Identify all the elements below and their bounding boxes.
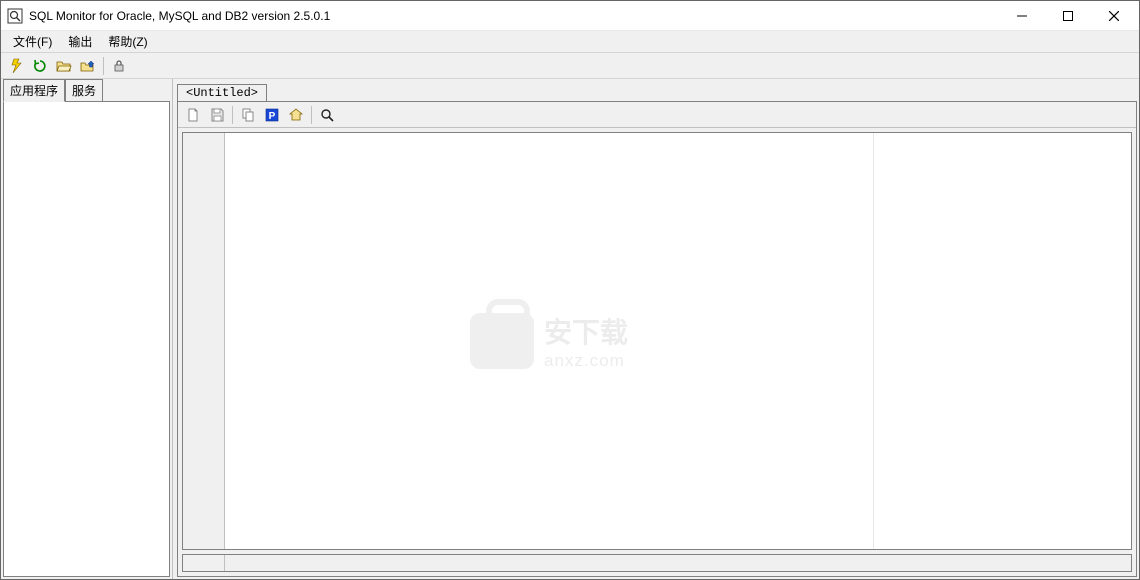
line-gutter	[183, 133, 225, 549]
toolbar-separator	[103, 57, 104, 75]
editor-wrap: 安下载 anxz.com	[178, 128, 1136, 576]
bottom-strip-gutter	[183, 555, 225, 571]
zoom-icon	[319, 107, 335, 123]
zoom-button[interactable]	[316, 104, 338, 126]
execute-icon	[8, 58, 24, 74]
app-window: SQL Monitor for Oracle, MySQL and DB2 ve…	[0, 0, 1140, 580]
editor-right-pane	[873, 133, 1131, 549]
watermark-text-en: anxz.com	[544, 351, 628, 371]
refresh-button[interactable]	[29, 55, 51, 77]
titlebar: SQL Monitor for Oracle, MySQL and DB2 ve…	[1, 1, 1139, 31]
new-file-icon	[185, 107, 201, 123]
main-toolbar	[1, 53, 1139, 79]
main-area: 应用程序 服务 <Untitled>	[1, 79, 1139, 579]
tab-applications[interactable]: 应用程序	[3, 79, 65, 102]
open-icon	[56, 58, 72, 74]
svg-text:P: P	[269, 111, 276, 122]
menu-output[interactable]: 输出	[60, 31, 100, 52]
park-icon: P	[264, 107, 280, 123]
window-controls	[999, 1, 1137, 30]
minimize-button[interactable]	[999, 1, 1045, 30]
watermark-text-cn: 安下载	[544, 311, 628, 351]
right-panel: <Untitled> P	[173, 79, 1139, 579]
left-tree-view[interactable]	[3, 101, 170, 577]
home-button[interactable]	[285, 104, 307, 126]
sql-editor[interactable]: 安下载 anxz.com	[225, 133, 873, 549]
execute-button[interactable]	[5, 55, 27, 77]
left-panel-tabs: 应用程序 服务	[1, 79, 172, 101]
park-button[interactable]: P	[261, 104, 283, 126]
menu-help[interactable]: 帮助(Z)	[100, 31, 155, 52]
folder-up-button[interactable]	[77, 55, 99, 77]
menu-file[interactable]: 文件(F)	[5, 31, 60, 52]
left-panel: 应用程序 服务	[1, 79, 173, 579]
copy-button[interactable]	[237, 104, 259, 126]
editor-row: 安下载 anxz.com	[182, 132, 1132, 550]
save-icon	[209, 107, 225, 123]
doc-toolbar-separator	[232, 106, 233, 124]
new-file-button[interactable]	[182, 104, 204, 126]
watermark-bag-icon	[470, 313, 534, 369]
save-button[interactable]	[206, 104, 228, 126]
window-title: SQL Monitor for Oracle, MySQL and DB2 ve…	[29, 9, 999, 23]
doc-toolbar-separator-2	[311, 106, 312, 124]
maximize-button[interactable]	[1045, 1, 1091, 30]
home-icon	[288, 107, 304, 123]
close-button[interactable]	[1091, 1, 1137, 30]
document-tabs: <Untitled>	[177, 81, 1137, 101]
watermark: 安下载 anxz.com	[470, 311, 628, 371]
document-toolbar: P	[178, 102, 1136, 128]
menubar: 文件(F) 输出 帮助(Z)	[1, 31, 1139, 53]
lock-icon	[111, 58, 127, 74]
copy-icon	[240, 107, 256, 123]
tab-services[interactable]: 服务	[65, 79, 103, 101]
editor-bottom-strip	[182, 554, 1132, 572]
lock-button[interactable]	[108, 55, 130, 77]
tab-untitled[interactable]: <Untitled>	[177, 84, 267, 101]
folder-up-icon	[80, 58, 96, 74]
refresh-icon	[32, 58, 48, 74]
document-container: P	[177, 101, 1137, 577]
app-icon	[7, 8, 23, 24]
open-button[interactable]	[53, 55, 75, 77]
